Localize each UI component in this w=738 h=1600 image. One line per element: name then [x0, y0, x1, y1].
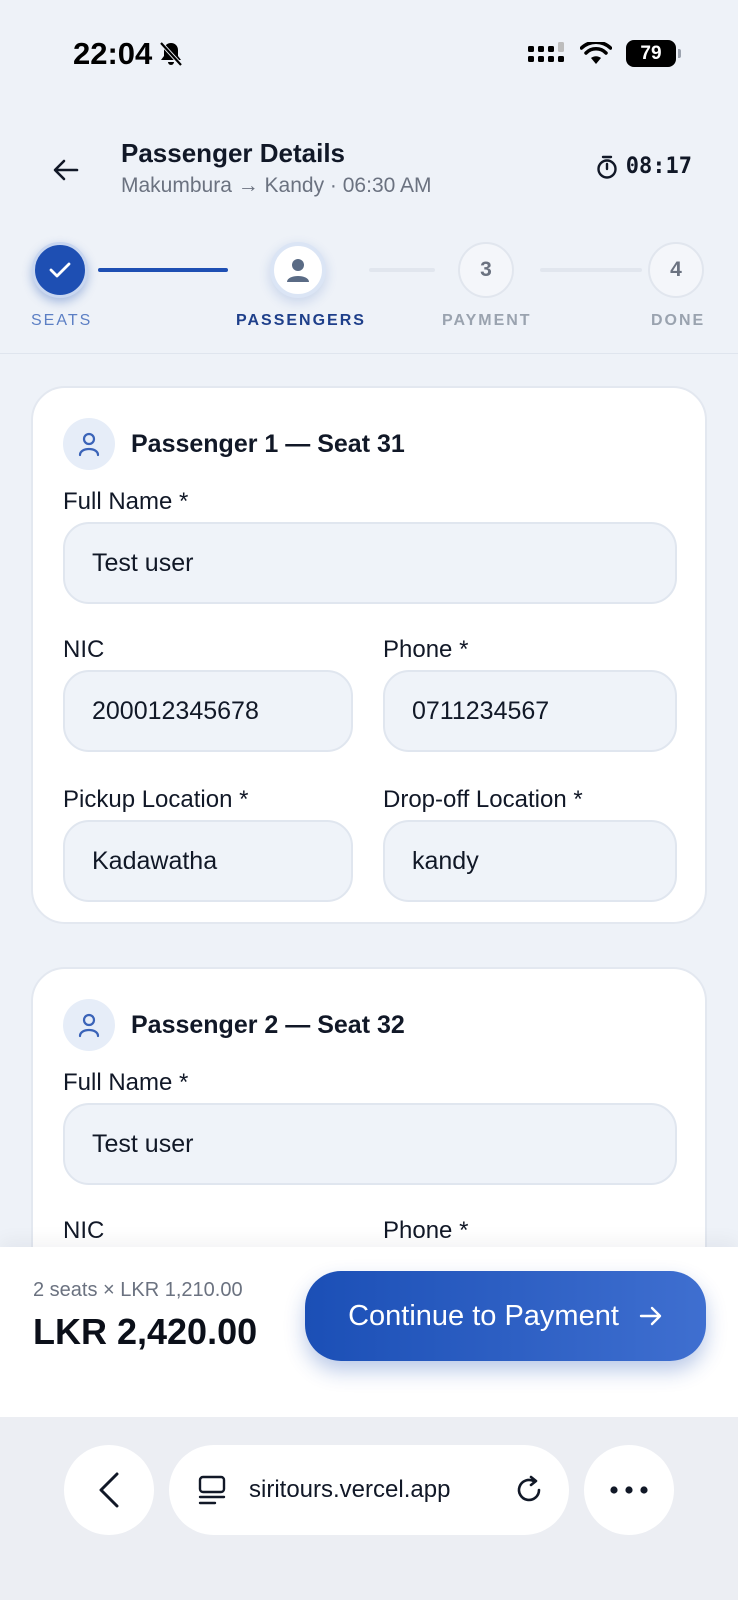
full-name-label: Full Name * [63, 488, 189, 515]
step-connector-1 [98, 268, 228, 272]
status-bar: 22:04 79 [0, 0, 738, 110]
full-name-input[interactable] [63, 522, 677, 604]
step-payment: 3 [458, 242, 514, 298]
user-icon [63, 999, 115, 1051]
clock-text: 22:04 [73, 36, 153, 71]
status-indicators: 79 [528, 40, 681, 67]
step-number-3: 3 [480, 258, 492, 281]
more-icon [610, 1486, 648, 1494]
price-breakdown: 2 seats × LKR 1,210.00 [33, 1279, 243, 1301]
full-name-input[interactable] [63, 1103, 677, 1185]
continue-to-payment-button[interactable]: Continue to Payment [305, 1271, 706, 1361]
user-icon [63, 418, 115, 470]
dropoff-input[interactable] [383, 820, 677, 902]
step-label-seats: SEATS [31, 312, 93, 329]
step-seats[interactable] [32, 242, 88, 298]
pickup-label: Pickup Location * [63, 786, 249, 813]
step-label-payment: PAYMENT [442, 312, 532, 329]
chevron-left-icon [99, 1472, 119, 1508]
nic-label: NIC [63, 636, 105, 663]
nic-input[interactable] [63, 670, 353, 752]
passenger-title: Passenger 2 — Seat 32 [131, 1010, 405, 1039]
bell-muted-icon [159, 41, 183, 67]
checkout-bar: 2 seats × LKR 1,210.00 LKR 2,420.00 Cont… [0, 1247, 738, 1417]
phone-input[interactable] [383, 670, 677, 752]
battery-level: 79 [640, 42, 662, 64]
dropoff-label: Drop-off Location * [383, 786, 583, 813]
timer-icon [597, 155, 617, 179]
signal-icon [528, 41, 564, 62]
step-done: 4 [648, 242, 704, 298]
pickup-input[interactable] [63, 820, 353, 902]
price-total: LKR 2,420.00 [33, 1311, 258, 1352]
phone-label: Phone * [383, 1217, 469, 1244]
passenger-card-1: Passenger 1 — Seat 31 Full Name * NIC Ph… [31, 386, 707, 924]
session-timer: 08:17 [596, 154, 692, 179]
cta-label: Continue to Payment [348, 1299, 619, 1332]
browser-menu-button[interactable] [584, 1445, 674, 1535]
step-passengers [270, 242, 326, 298]
browser-back-button[interactable] [64, 1445, 154, 1535]
reader-icon[interactable] [197, 1475, 227, 1505]
step-label-passengers: PASSENGERS [236, 312, 366, 329]
address-bar[interactable]: siritours.vercel.app [169, 1445, 569, 1535]
back-button[interactable] [44, 148, 88, 192]
passenger-card-2: Passenger 2 — Seat 32 Full Name * NIC Ph… [31, 967, 707, 1247]
timer-value: 08:17 [625, 154, 692, 179]
trip-summary: Makumbura → Kandy · 06:30 AM [121, 174, 432, 197]
step-connector-2 [369, 268, 435, 272]
step-number-4: 4 [670, 258, 682, 281]
full-name-label: Full Name * [63, 1069, 189, 1096]
page-title: Passenger Details [121, 138, 346, 168]
wifi-icon [580, 41, 612, 64]
arrow-right-icon [639, 1306, 662, 1326]
browser-toolbar: siritours.vercel.app [0, 1417, 738, 1600]
page-header: Passenger Details Makumbura → Kandy · 06… [0, 128, 738, 208]
battery-indicator: 79 [626, 40, 681, 67]
booking-stepper: 3 4 SEATS PASSENGERS PAYMENT DONE [0, 236, 738, 354]
status-time: 22:04 [73, 36, 184, 72]
step-connector-3 [540, 268, 642, 272]
passenger-form[interactable]: Passenger 1 — Seat 31 Full Name * NIC Ph… [0, 355, 738, 1247]
check-icon [49, 262, 71, 278]
reload-icon[interactable] [513, 1474, 545, 1506]
nic-label: NIC [63, 1217, 105, 1244]
arrow-left-icon [53, 159, 79, 181]
step-label-done: DONE [651, 312, 706, 329]
passenger-title: Passenger 1 — Seat 31 [131, 429, 405, 458]
person-icon [287, 259, 309, 282]
url-text: siritours.vercel.app [249, 1476, 451, 1503]
phone-label: Phone * [383, 636, 469, 663]
passenger-card-header: Passenger 1 — Seat 31 [63, 418, 405, 470]
passenger-card-header: Passenger 2 — Seat 32 [63, 999, 405, 1051]
